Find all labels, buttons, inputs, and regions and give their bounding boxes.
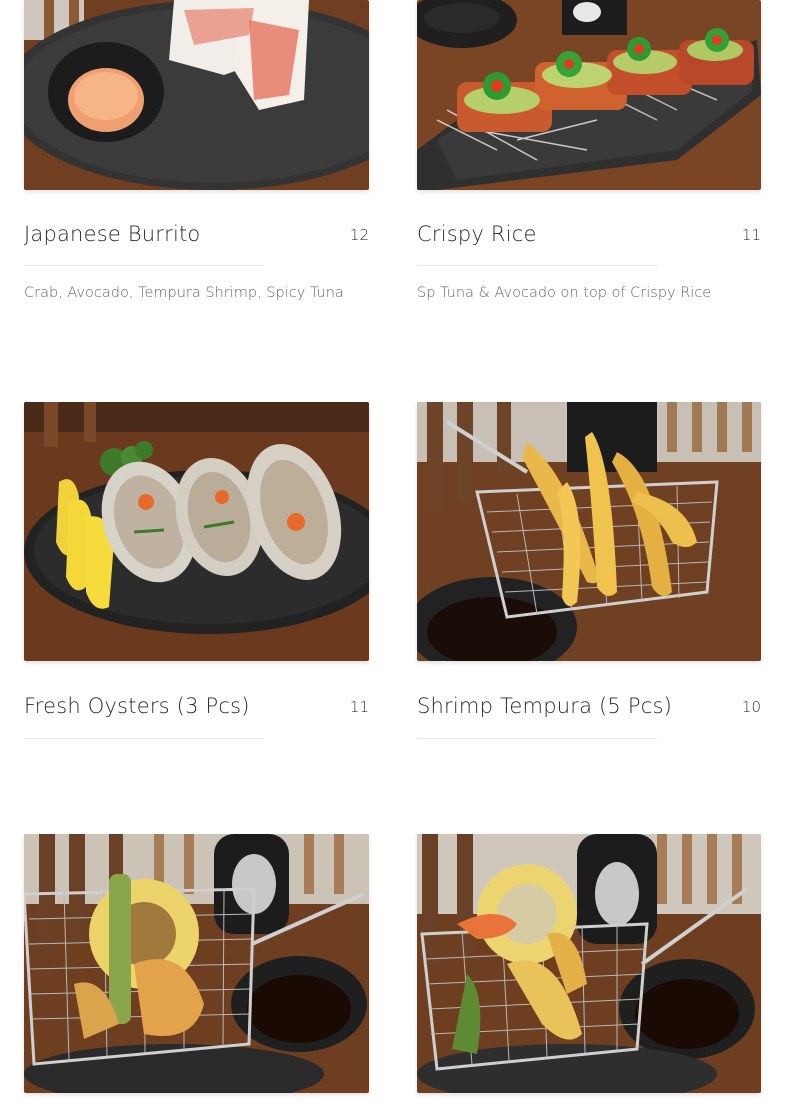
item-price: 11	[741, 226, 761, 244]
divider	[24, 265, 264, 266]
item-price: 11	[349, 698, 369, 716]
item-name: Shrimp Tempura (5 Pcs)	[417, 694, 672, 718]
mixed-tempura-photo[interactable]	[417, 834, 761, 1093]
menu-item-japanese-burrito[interactable]: Japanese Burrito 12 Crab, Avocado, Tempu…	[24, 0, 369, 320]
menu-item-fresh-oysters[interactable]: Fresh Oysters (3 Pcs) 11	[24, 402, 369, 742]
item-name: Fresh Oysters (3 Pcs)	[24, 694, 250, 718]
crispy-rice-photo[interactable]	[417, 0, 761, 190]
menu-item-shrimp-tempura[interactable]: Shrimp Tempura (5 Pcs) 10	[417, 402, 761, 742]
divider	[24, 738, 264, 739]
japanese-burrito-photo[interactable]	[24, 0, 369, 190]
divider	[417, 738, 657, 739]
menu-item-mixed-tempura[interactable]	[417, 834, 761, 1093]
fresh-oysters-photo[interactable]	[24, 402, 369, 661]
menu-item-crispy-rice[interactable]: Crispy Rice 11 Sp Tuna & Avocado on top …	[417, 0, 761, 320]
item-description: Crab, Avocado, Tempura Shrimp, Spicy Tun…	[24, 285, 344, 301]
divider	[417, 265, 657, 266]
item-name: Japanese Burrito	[24, 222, 201, 246]
vegetable-tempura-photo[interactable]	[24, 834, 369, 1093]
menu-item-vegetable-tempura[interactable]	[24, 834, 369, 1093]
item-price: 10	[741, 698, 761, 716]
shrimp-tempura-photo[interactable]	[417, 402, 761, 661]
item-description: Sp Tuna & Avocado on top of Crispy Rice	[417, 285, 712, 301]
item-price: 12	[349, 226, 369, 244]
item-name: Crispy Rice	[417, 222, 537, 246]
